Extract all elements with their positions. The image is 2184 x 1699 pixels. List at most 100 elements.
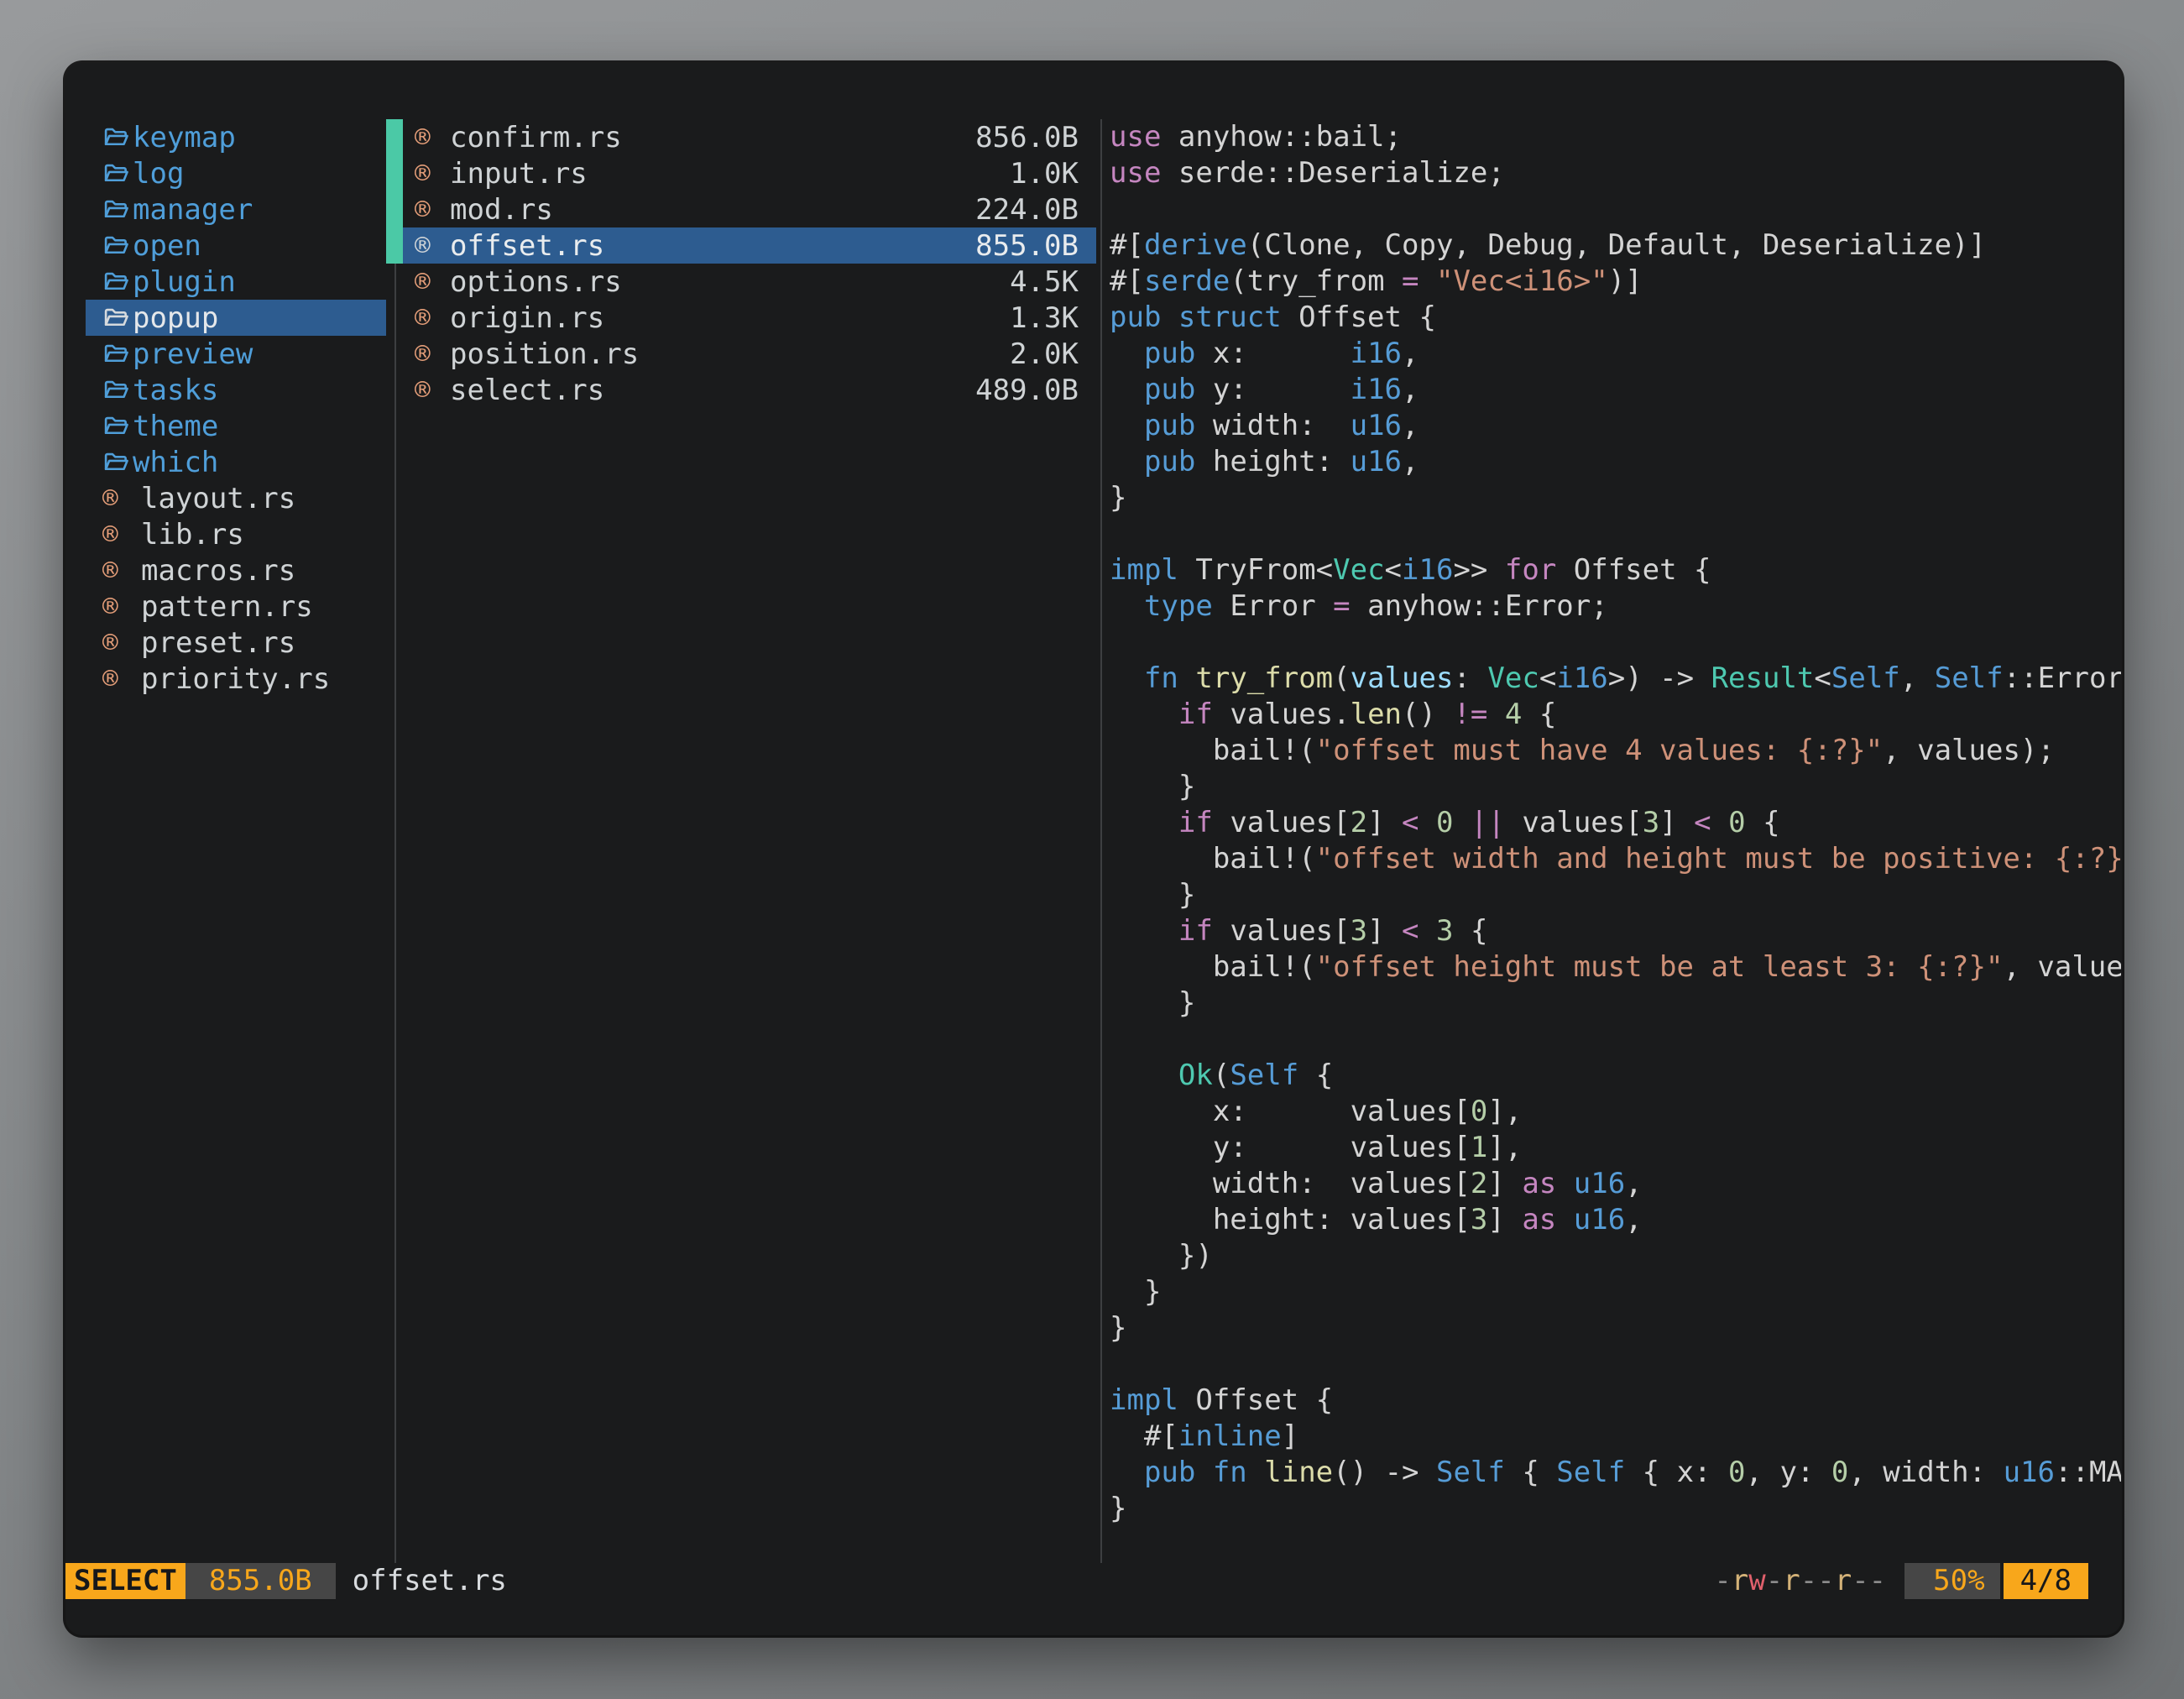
folder-open-icon	[102, 303, 133, 333]
file-row-confirm-rs[interactable]: ®confirm.rs856.0B	[403, 119, 1096, 155]
code-line: use serde::Deserialize;	[1110, 155, 2121, 191]
code-line: #[derive(Clone, Copy, Debug, Default, De…	[1110, 227, 2121, 264]
pane-separator	[1100, 119, 1102, 1563]
status-filename: offset.rs	[353, 1563, 507, 1599]
code-line: }	[1110, 877, 2121, 913]
rust-icon: ®	[415, 375, 440, 405]
code-line: if values.len() != 4 {	[1110, 697, 2121, 733]
code-line	[1110, 1346, 2121, 1383]
sidebar-item-label: theme	[133, 410, 218, 443]
sidebar-item-tasks[interactable]: tasks	[86, 372, 386, 408]
file-row-offset-rs[interactable]: ®offset.rs855.0B	[403, 227, 1096, 264]
code-line: pub fn line() -> Self { Self { x: 0, y: …	[1110, 1455, 2121, 1491]
file-row-select-rs[interactable]: ®select.rs489.0B	[403, 372, 1096, 408]
file-permissions: -rw-r--r--	[1714, 1563, 1886, 1599]
code-line: width: values[2] as u16,	[1110, 1166, 2121, 1202]
code-line: pub y: i16,	[1110, 372, 2121, 408]
code-line: pub width: u16,	[1110, 408, 2121, 444]
sidebar-item-plugin[interactable]: plugin	[86, 264, 386, 300]
parent-directory-pane: keymap log manager open plugin popup pre…	[65, 119, 395, 697]
sidebar-item-label: preset.rs	[141, 626, 295, 660]
file-name: mod.rs	[450, 193, 553, 227]
sidebar-item-label: open	[133, 229, 201, 263]
sidebar-item-pattern-rs[interactable]: ® pattern.rs	[86, 588, 386, 625]
preview-scroll-percent-badge: 50%	[1904, 1563, 1999, 1599]
file-size: 2.0K	[1010, 337, 1079, 371]
sidebar-item-theme[interactable]: theme	[86, 408, 386, 444]
current-directory-pane: ®confirm.rs856.0B®input.rs1.0K®mod.rs224…	[403, 119, 1096, 408]
file-name: options.rs	[450, 265, 622, 299]
code-line: })	[1110, 1238, 2121, 1274]
code-line: bail!("offset must have 4 values: {:?}",…	[1110, 733, 2121, 769]
code-line: pub struct Offset {	[1110, 300, 2121, 336]
cursor-position-badge: 4/8	[2004, 1563, 2088, 1599]
code-line: pub height: u16,	[1110, 444, 2121, 480]
rust-icon: ®	[102, 664, 133, 694]
sidebar-item-manager[interactable]: manager	[86, 191, 386, 227]
terminal-window: keymap log manager open plugin popup pre…	[65, 63, 2122, 1635]
sidebar-item-open[interactable]: open	[86, 227, 386, 264]
sidebar-item-priority-rs[interactable]: ®priority.rs	[86, 661, 386, 697]
code-line: use anyhow::bail;	[1110, 119, 2121, 155]
file-name: position.rs	[450, 337, 639, 371]
sidebar-item-log[interactable]: log	[86, 155, 386, 191]
file-row-input-rs[interactable]: ® input.rs 1.0K	[403, 155, 1096, 191]
file-name: input.rs	[450, 157, 588, 191]
sidebar-item-lib-rs[interactable]: ® lib.rs	[86, 516, 386, 552]
folder-open-icon	[102, 375, 133, 405]
sidebar-item-label: manager	[133, 193, 253, 227]
code-line: bail!("offset height must be at least 3:…	[1110, 949, 2121, 985]
sidebar-item-preview[interactable]: preview	[86, 336, 386, 372]
code-line	[1110, 191, 2121, 227]
code-line: x: values[0],	[1110, 1094, 2121, 1130]
sidebar-item-keymap[interactable]: keymap	[86, 119, 386, 155]
sidebar-item-label: pattern.rs	[141, 590, 313, 624]
file-row-options-rs[interactable]: ®options.rs4.5K	[403, 264, 1096, 300]
rust-icon: ®	[415, 339, 440, 369]
folder-open-icon	[102, 411, 133, 442]
code-line: Ok(Self {	[1110, 1058, 2121, 1094]
selection-marker	[386, 119, 403, 264]
code-line: impl Offset {	[1110, 1383, 2121, 1419]
file-size: 856.0B	[975, 121, 1079, 154]
code-line: pub x: i16,	[1110, 336, 2121, 372]
folder-open-icon	[102, 159, 133, 189]
code-line: #[serde(try_from = "Vec<i16>")]	[1110, 264, 2121, 300]
rust-icon: ®	[102, 484, 133, 514]
sidebar-item-preset-rs[interactable]: ®preset.rs	[86, 625, 386, 661]
code-line: }	[1110, 1310, 2121, 1346]
rust-icon: ®	[102, 592, 133, 622]
sidebar-item-label: lib.rs	[141, 518, 244, 552]
folder-open-icon	[102, 267, 133, 297]
sidebar-item-label: popup	[133, 301, 218, 335]
sidebar-item-layout-rs[interactable]: ®layout.rs	[86, 480, 386, 516]
mode-badge: SELECT	[65, 1563, 185, 1599]
rust-icon: ®	[415, 159, 440, 189]
sidebar-item-popup[interactable]: popup	[86, 300, 386, 336]
file-size: 1.0K	[1010, 157, 1079, 191]
preview-pane: use anyhow::bail;use serde::Deserialize;…	[1110, 119, 2121, 1527]
rust-icon: ®	[415, 267, 440, 297]
file-row-mod-rs[interactable]: ®mod.rs224.0B	[403, 191, 1096, 227]
code-line: #[inline]	[1110, 1419, 2121, 1455]
code-line: if values[2] < 0 || values[3] < 0 {	[1110, 805, 2121, 841]
rust-icon: ®	[415, 303, 440, 333]
rust-icon: ®	[102, 520, 133, 550]
sidebar-item-macros-rs[interactable]: ®macros.rs	[86, 552, 386, 588]
code-line: fn try_from(values: Vec<i16>) -> Result<…	[1110, 661, 2121, 697]
rust-icon: ®	[415, 231, 440, 261]
sidebar-item-label: preview	[133, 337, 253, 371]
code-line: bail!("offset width and height must be p…	[1110, 841, 2121, 877]
status-bar-right: -rw-r--r-- 50% 4/8	[1714, 1563, 2088, 1599]
file-row-position-rs[interactable]: ® position.rs 2.0K	[403, 336, 1096, 372]
folder-open-icon	[102, 447, 133, 478]
sidebar-item-which[interactable]: which	[86, 444, 386, 480]
rust-icon: ®	[102, 556, 133, 586]
status-bar: SELECT 855.0B offset.rs -rw-r--r-- 50% 4…	[65, 1563, 2122, 1599]
rust-icon: ®	[415, 123, 440, 153]
folder-open-icon	[102, 339, 133, 369]
file-size: 489.0B	[975, 374, 1079, 407]
file-size: 1.3K	[1010, 301, 1079, 335]
file-row-origin-rs[interactable]: ®origin.rs1.3K	[403, 300, 1096, 336]
code-line: if values[3] < 3 {	[1110, 913, 2121, 949]
